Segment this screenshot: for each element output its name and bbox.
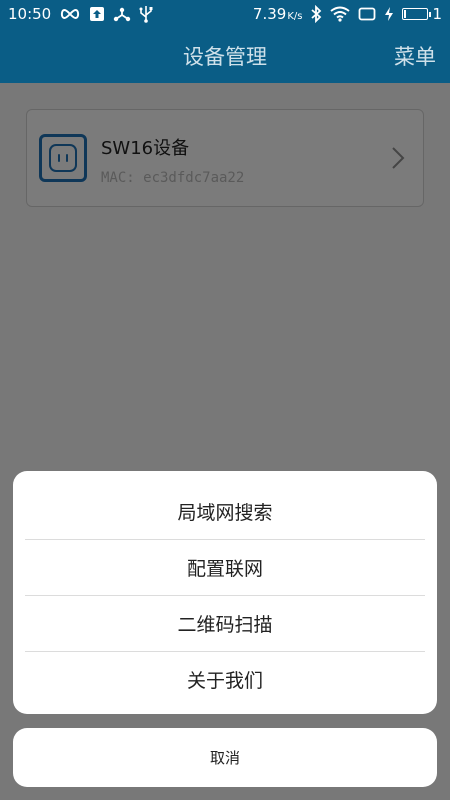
- usb-icon: [139, 5, 153, 23]
- share-icon: [113, 6, 131, 22]
- network-speed: 7.39K/s: [252, 5, 303, 23]
- status-bar: 10:50 7.39K/s 1: [0, 0, 450, 28]
- page-title: 设备管理: [183, 44, 267, 69]
- charging-icon: [384, 6, 394, 22]
- wifi-icon: [330, 6, 351, 22]
- action-lan-search[interactable]: 局域网搜索: [13, 484, 437, 539]
- action-network-config[interactable]: 配置联网: [13, 540, 437, 595]
- action-qr-scan[interactable]: 二维码扫描: [13, 596, 437, 651]
- menu-button[interactable]: 菜单: [394, 28, 436, 83]
- battery-icon: [402, 8, 432, 20]
- upload-icon: [89, 6, 105, 22]
- app-bar: 设备管理 菜单: [0, 28, 450, 83]
- screen-icon: [358, 7, 376, 21]
- action-about-us[interactable]: 关于我们: [13, 652, 437, 707]
- action-sheet: 局域网搜索 配置联网 二维码扫描 关于我们: [13, 471, 437, 714]
- status-time: 10:50: [8, 5, 52, 23]
- infinity-icon: [59, 8, 81, 20]
- cancel-button[interactable]: 取消: [13, 728, 437, 787]
- status-left: 10:50: [8, 5, 153, 23]
- battery-level: 1: [432, 5, 442, 23]
- bluetooth-icon: [310, 5, 322, 23]
- status-right: 7.39K/s 1: [253, 5, 442, 23]
